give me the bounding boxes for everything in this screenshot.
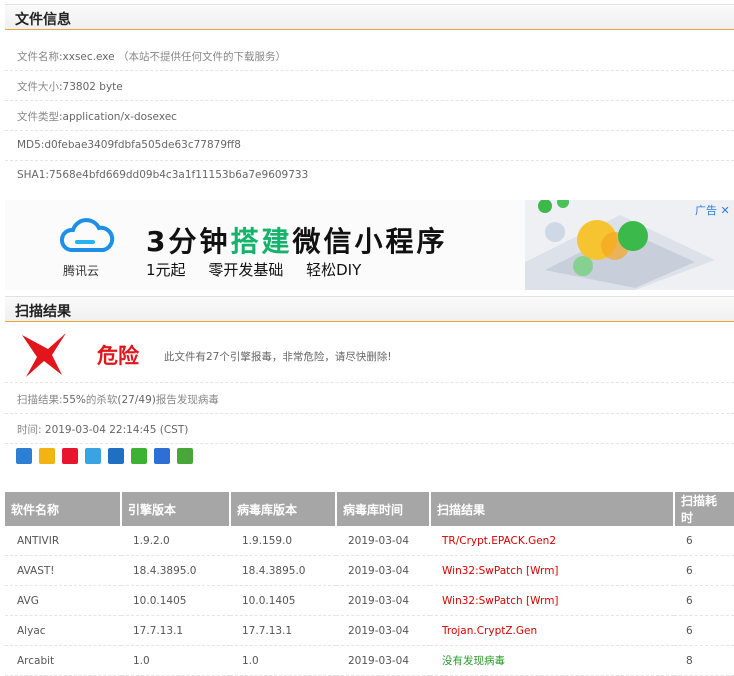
- cell-db-version: 1.0: [230, 645, 336, 676]
- table-row: ANTIVIR 1.9.2.0 1.9.159.0 2019-03-04 TR/Cryp…: [5, 526, 734, 556]
- cell-software: Alyac: [5, 615, 121, 646]
- ad-sub-1: 1元起: [146, 261, 186, 279]
- file-name-row: 文件名称:xxsec.exe （本站不提供任何文件的下载服务）: [5, 40, 734, 71]
- col-result: 扫描结果: [430, 492, 675, 526]
- cell-software: ANTIVIR: [5, 526, 121, 556]
- weibo-icon[interactable]: [62, 448, 78, 464]
- scan-summary-tail: 报告发现病毒: [155, 394, 219, 406]
- cell-engine: 10.0.1405: [121, 585, 230, 616]
- cell-db-version: 17.7.13.1: [230, 615, 336, 646]
- cell-db-date: 2019-03-04: [336, 555, 430, 586]
- file-type-label: 文件类型: [17, 111, 59, 123]
- scan-time-label: 时间:: [17, 424, 42, 436]
- file-name-label: 文件名称: [17, 51, 59, 63]
- file-size-row: 文件大小:73802 byte: [5, 70, 734, 101]
- scan-title: 扫描结果: [15, 304, 71, 320]
- md5-value: MD5:d0febae3409fdbfa505de63c77879ff8: [17, 139, 241, 151]
- cell-result: 没有发现病毒: [430, 645, 674, 676]
- ad-headline: 3分钟搭建微信小程序: [146, 220, 448, 260]
- cell-time: 8: [674, 645, 734, 676]
- cell-software: AVG: [5, 585, 121, 616]
- file-type-value: :application/x-dosexec: [59, 111, 177, 123]
- ad-tag: 广告 ✕: [695, 202, 730, 218]
- danger-star-icon: [22, 333, 66, 377]
- table-row: Arcabit 1.0 1.0 2019-03-04 没有发现病毒 8: [5, 645, 734, 676]
- cell-result: Win32:SwPatch [Wrm]: [430, 585, 674, 616]
- cell-engine: 17.7.13.1: [121, 615, 230, 646]
- file-name-value: :xxsec.exe: [59, 51, 115, 63]
- ad-banner[interactable]: 腾讯云 3分钟搭建微信小程序 1元起 零开发基础 轻松DIY 广告 ✕: [5, 200, 734, 290]
- cell-time: 6: [674, 555, 734, 586]
- tieba-icon[interactable]: [154, 448, 170, 464]
- cell-engine: 1.9.2.0: [121, 526, 230, 556]
- tencent-cloud-logo-icon: [60, 218, 115, 252]
- col-time: 扫描耗时: [674, 492, 734, 526]
- file-size-label: 文件大小: [17, 81, 59, 93]
- cell-db-version: 18.4.3895.0: [230, 555, 336, 586]
- scan-time-row: 时间: 2019-03-04 22:14:45 (CST): [5, 413, 734, 444]
- cell-result: Win32:SwPatch [Wrm]: [430, 555, 674, 586]
- cell-software: AVAST!: [5, 555, 121, 586]
- ad-close-icon[interactable]: ✕: [721, 204, 730, 217]
- file-name-note: （本站不提供任何文件的下载服务）: [117, 51, 286, 63]
- col-engine: 引擎版本: [121, 492, 231, 526]
- qzone-icon[interactable]: [39, 448, 55, 464]
- sha1-value: SHA1:7568e4bfd669dd09b4c3a1f11153b6a7e96…: [17, 169, 309, 181]
- scan-summary-ratio: (27/49): [117, 394, 156, 406]
- md5-row: MD5:d0febae3409fdbfa505de63c77879ff8: [5, 130, 734, 161]
- scan-summary-label: 扫描结果:: [17, 394, 63, 406]
- cell-result: Trojan.CryptZ.Gen: [430, 615, 674, 646]
- ad-sub-2: 零开发基础: [208, 261, 284, 279]
- scan-summary-mid: 的杀软: [85, 394, 118, 406]
- scan-header: 扫描结果: [5, 296, 734, 322]
- ad-sub: 1元起 零开发基础 轻松DIY: [146, 259, 361, 280]
- ad-tag-label: 广告: [695, 204, 717, 217]
- file-size-value: :73802 byte: [59, 81, 123, 93]
- cell-db-date: 2019-03-04: [336, 645, 430, 676]
- verdict-description: 此文件有27个引擎报毒，非常危险，请尽快删除!: [164, 351, 392, 363]
- douban-icon[interactable]: [177, 448, 193, 464]
- ad-sub-3: 轻松DIY: [306, 261, 362, 279]
- table-header-row: 软件名称 引擎版本 病毒库版本 病毒库时间 扫描结果 扫描耗时: [5, 492, 734, 526]
- ad-headline-b: 搭建: [230, 225, 293, 258]
- wechat-icon[interactable]: [131, 448, 147, 464]
- cell-engine: 1.0: [121, 645, 230, 676]
- cell-db-date: 2019-03-04: [336, 585, 430, 616]
- scan-results-table: 软件名称 引擎版本 病毒库版本 病毒库时间 扫描结果 扫描耗时 ANTIVIR 1…: [5, 492, 734, 676]
- col-software: 软件名称: [5, 492, 122, 526]
- cell-time: 6: [674, 526, 734, 556]
- cell-software: Arcabit: [5, 645, 121, 676]
- file-info-header: 文件信息: [5, 4, 734, 30]
- cell-db-version: 10.0.1405: [230, 585, 336, 616]
- file-info-title: 文件信息: [15, 12, 71, 28]
- table-row: AVAST! 18.4.3895.0 18.4.3895.0 2019-03-04 Wi…: [5, 555, 734, 586]
- cell-db-date: 2019-03-04: [336, 526, 430, 556]
- col-db-version: 病毒库版本: [230, 492, 337, 526]
- share-plus-icon[interactable]: [16, 448, 32, 464]
- ad-brand: 腾讯云: [63, 264, 100, 278]
- cell-db-version: 1.9.159.0: [230, 526, 336, 556]
- cell-time: 6: [674, 615, 734, 646]
- ad-headline-c: 微信小程序: [292, 225, 448, 258]
- cell-result: TR/Crypt.EPACK.Gen2: [430, 526, 674, 556]
- col-db-date: 病毒库时间: [336, 492, 431, 526]
- verdict-label: 危险: [97, 344, 139, 368]
- renren-icon[interactable]: [108, 448, 124, 464]
- ad-headline-a: 3分钟: [146, 225, 231, 258]
- sha1-row: SHA1:7568e4bfd669dd09b4c3a1f11153b6a7e96…: [5, 160, 734, 190]
- qq-icon[interactable]: [85, 448, 101, 464]
- cell-engine: 18.4.3895.0: [121, 555, 230, 586]
- file-type-row: 文件类型:application/x-dosexec: [5, 100, 734, 131]
- scan-summary-row: 扫描结果:55%的杀软(27/49)报告发现病毒: [5, 383, 734, 414]
- scan-summary-pct: 55%: [62, 394, 86, 406]
- table-row: Alyac 17.7.13.1 17.7.13.1 2019-03-04 Trojan.…: [5, 615, 734, 646]
- cell-time: 6: [674, 585, 734, 616]
- table-row: AVG 10.0.1405 10.0.1405 2019-03-04 Win32:SwP…: [5, 585, 734, 616]
- scan-time-value: 2019-03-04 22:14:45 (CST): [41, 424, 189, 436]
- cell-db-date: 2019-03-04: [336, 615, 430, 646]
